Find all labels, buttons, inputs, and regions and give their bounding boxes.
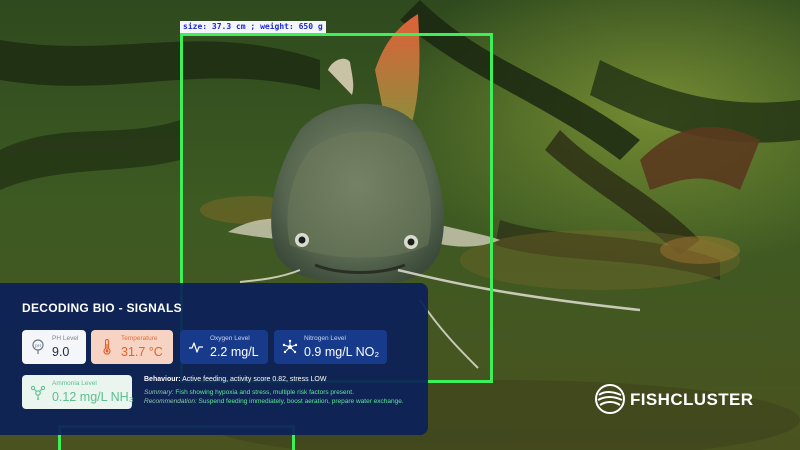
temperature-card: Temperature 31.7 °C [91,330,173,364]
bio-signals-panel: DECODING BIO - SIGNALS pH PH Level 9.0 T… [0,283,428,435]
ph-probe-icon: pH [32,339,44,354]
detection-label: size: 37.3 cm ; weight: 650 g [180,21,326,33]
ph-level-label: PH Level [52,335,79,342]
ammonia-level-value: 0.12 mg/L NH₃ [52,390,134,404]
temperature-value: 31.7 °C [121,345,163,359]
ammonia-level-card: Ammonia Level 0.12 mg/L NH₃ [22,375,134,409]
pulse-icon [189,342,203,353]
svg-text:pH: pH [35,343,41,348]
temperature-label: Temperature [121,335,158,342]
analysis-text: Behaviour: Active feeding, activity scor… [144,375,414,406]
oxygen-level-label: Oxygen Level [210,335,250,342]
behaviour-label: Behaviour: [144,376,181,383]
oxygen-level-card: Oxygen Level 2.2 mg/L [180,330,268,364]
nitrogen-level-value: 0.9 mg/L NO₂ [304,345,380,359]
molecule-icon [282,339,298,354]
nitrogen-level-label: Nitrogen Level [304,335,346,342]
recommendation-line: Recommendation: Suspend feeding immediat… [144,397,414,406]
ammonia-level-label: Ammonia Level [52,380,97,387]
oxygen-level-value: 2.2 mg/L [210,345,259,359]
ph-level-value: 9.0 [52,345,70,359]
ammonia-icon [30,385,46,400]
recommendation-label: Recommendation: [144,398,197,405]
panel-title: DECODING BIO - SIGNALS [22,301,182,315]
brand-name: FISHCLUSTER [630,390,754,409]
thermometer-icon [103,339,111,355]
summary-text: Fish showing hypoxia and stress, multipl… [173,389,354,396]
nitrogen-level-card: Nitrogen Level 0.9 mg/L NO₂ [274,330,387,364]
summary-line: Summary: Fish showing hypoxia and stress… [144,388,414,397]
ph-level-card: pH PH Level 9.0 [22,330,86,364]
behaviour-text: Active feeding, activity score 0.82, str… [180,376,327,383]
summary-label: Summary: [144,389,174,396]
behaviour-line: Behaviour: Active feeding, activity scor… [144,375,414,385]
recommendation-text: Suspend feeding immediately, boost aerat… [196,398,404,405]
fishcluster-logo-icon [595,384,625,414]
